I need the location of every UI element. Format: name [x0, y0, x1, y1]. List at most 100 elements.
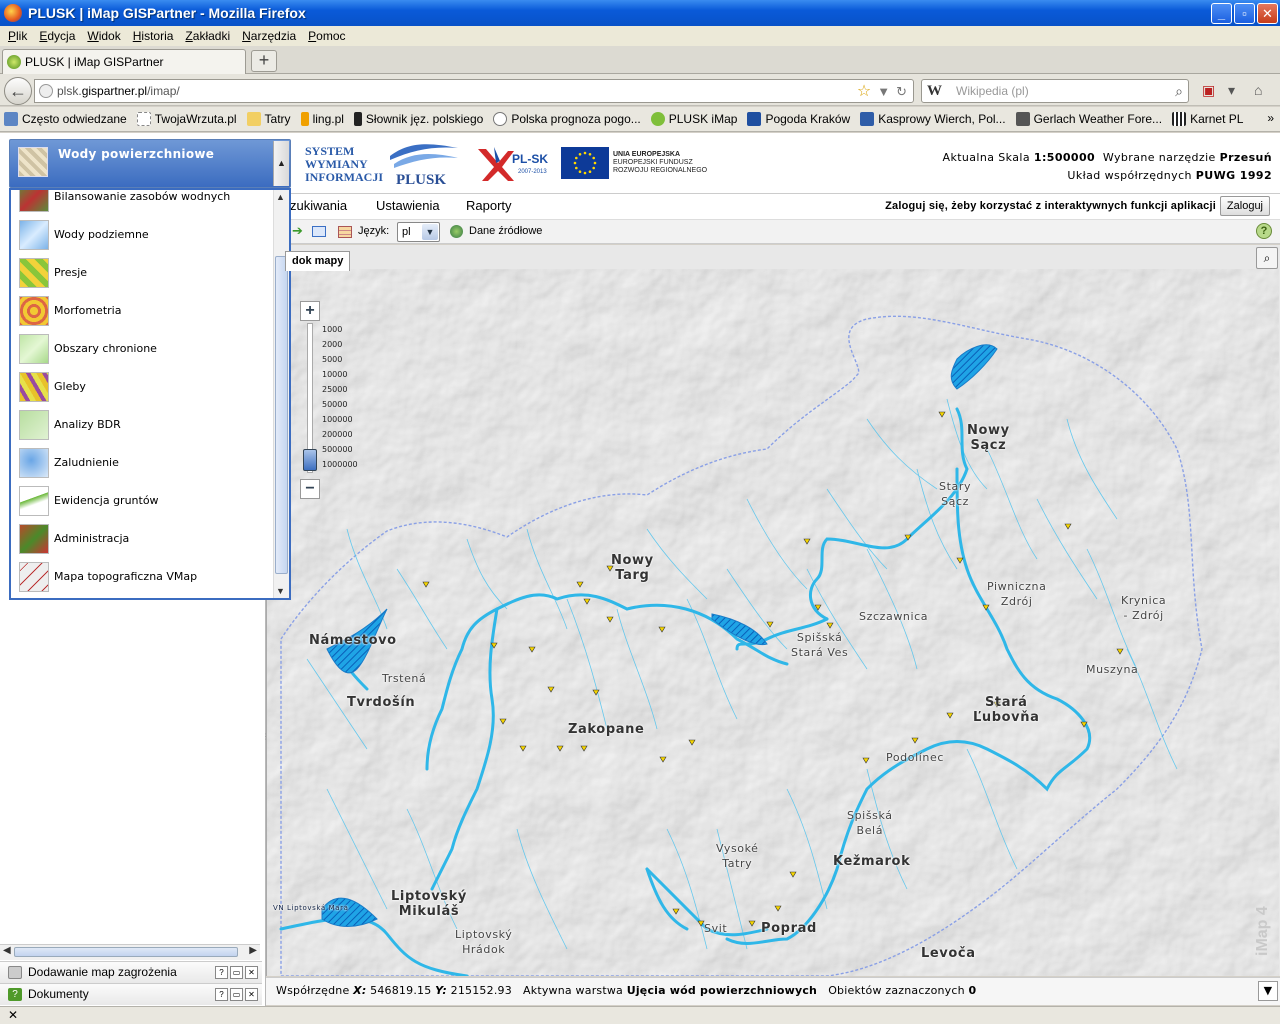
scale-tick[interactable]: 1000000 [322, 460, 358, 469]
bookmark-item[interactable]: Pogoda Kraków [747, 112, 850, 126]
layer-group-select[interactable]: Wody powierzchniowe ▲ [9, 139, 291, 188]
close-addon-bar-icon[interactable]: ✕ [8, 1008, 18, 1022]
layer-option-bdr-analysis[interactable]: Analizy BDR [11, 406, 275, 444]
scroll-left-icon[interactable]: ◀ [3, 945, 11, 956]
horizontal-scrollbar[interactable]: ◀ ▶ [0, 944, 260, 960]
scale-tick[interactable]: 100000 [322, 415, 353, 424]
scale-tick[interactable]: 10000 [322, 370, 347, 379]
menu-arrow-icon[interactable]: ▾ [1228, 82, 1246, 98]
home-icon[interactable]: ⌂ [1254, 82, 1272, 98]
restore-icon[interactable]: ▭ [230, 988, 243, 1001]
documents-icon: ? [8, 988, 22, 1001]
panel-hazard-maps[interactable]: Dodawanie map zagrożenia ? ▭ ✕ [0, 961, 262, 983]
bookmark-item[interactable]: PLUSK iMap [650, 112, 737, 126]
search-input[interactable]: W Wikipedia (pl) ⌕ [921, 79, 1189, 103]
bookmark-item[interactable]: Gerlach Weather Fore... [1015, 112, 1162, 126]
map-toolbar: ➔ Język: pl ▼ Dane źródłowe ? [266, 219, 1280, 244]
chevron-up-icon[interactable]: ▲ [273, 141, 289, 186]
scroll-down-icon[interactable]: ▼ [276, 586, 285, 596]
scroll-thumb[interactable] [14, 947, 238, 957]
close-icon[interactable]: ✕ [245, 988, 258, 1001]
menu-wyszukiwania[interactable]: zukiwania [290, 198, 347, 213]
population-icon [19, 448, 49, 478]
menu-historia[interactable]: Historia [127, 29, 180, 43]
forward-arrow-icon[interactable]: ➔ [292, 223, 303, 239]
close-button[interactable]: ✕ [1257, 3, 1278, 24]
help-icon[interactable]: ? [215, 966, 228, 979]
help-button[interactable]: ? [1256, 223, 1272, 239]
bookmark-item[interactable]: Karnet PL [1172, 112, 1243, 126]
scale-value: 1:500000 [1033, 151, 1096, 164]
tab-plusk[interactable]: PLUSK | iMap GISPartner [2, 49, 246, 74]
login-button[interactable]: Zaloguj [1219, 196, 1270, 216]
maximize-button[interactable]: ▫ [1234, 3, 1255, 24]
new-tab-button[interactable]: + [251, 50, 277, 72]
close-icon[interactable]: ✕ [245, 966, 258, 979]
scale-tick[interactable]: 1000 [322, 325, 342, 334]
back-button[interactable]: ← [4, 77, 32, 105]
bookmarks-overflow-icon[interactable]: » [1267, 111, 1274, 125]
scroll-up-icon[interactable]: ▲ [276, 192, 285, 202]
bookmark-item[interactable]: Kasprowy Wierch, Pol... [860, 112, 1006, 126]
bookmark-item[interactable]: TwojaWrzuta.pl [136, 112, 237, 126]
zoom-out-button[interactable]: − [300, 479, 320, 499]
zoom-in-button[interactable]: + [300, 301, 320, 321]
layer-option-land-registry[interactable]: Ewidencja gruntów [11, 482, 275, 520]
table-icon[interactable] [338, 226, 352, 238]
layer-option-groundwater[interactable]: Wody podziemne [11, 216, 275, 254]
bookmark-star-icon[interactable]: ☆ [857, 83, 871, 100]
sources-link[interactable]: Dane źródłowe [469, 225, 542, 237]
bookmark-item[interactable]: Słownik jęz. polskiego [353, 112, 483, 126]
menu-widok[interactable]: Widok [81, 29, 126, 43]
help-icon[interactable]: ? [215, 988, 228, 1001]
search-icon[interactable]: ⌕ [1175, 80, 1183, 102]
layer-option-water-balance[interactable]: Bilansowanie zasobów wodnych [11, 190, 275, 216]
pdf-icon[interactable]: ▣ [1202, 82, 1220, 98]
scale-tick[interactable]: 5000 [322, 355, 342, 364]
dropdown-arrow-icon[interactable]: ▼ [877, 84, 890, 99]
scale-tick[interactable]: 50000 [322, 400, 347, 409]
bookmark-item[interactable]: Polska prognoza pogo... [493, 112, 641, 126]
layer-option-administration[interactable]: Administracja [11, 520, 275, 558]
scroll-right-icon[interactable]: ▶ [249, 945, 257, 956]
wikipedia-icon[interactable]: W [927, 80, 942, 102]
window-icon[interactable] [312, 226, 326, 237]
place-label: Kežmarok [833, 854, 911, 869]
layer-option-soils[interactable]: Gleby [11, 368, 275, 406]
bookmark-item[interactable]: ling.pl [300, 112, 344, 126]
layer-option-protected-areas[interactable]: Obszary chronione [11, 330, 275, 368]
menu-pomoc[interactable]: Pomoc [302, 29, 351, 43]
scale-tick[interactable]: 500000 [322, 445, 353, 454]
language-value: pl [402, 226, 411, 238]
layer-option-vmap[interactable]: Mapa topograficzna VMap [11, 558, 275, 596]
menu-raporty[interactable]: Raporty [466, 198, 512, 213]
reload-icon[interactable]: ↻ [896, 84, 907, 99]
panel-documents[interactable]: ? Dokumenty ? ▭ ✕ [0, 983, 262, 1005]
tab-map-view[interactable]: dok mapy [285, 251, 351, 271]
scale-tick[interactable]: 200000 [322, 430, 353, 439]
eu-line: EUROPEJSKI FUNDUSZ [613, 159, 693, 166]
bookmark-item[interactable]: Często odwiedzane [4, 112, 127, 126]
scale-tick[interactable]: 25000 [322, 385, 347, 394]
expand-status-icon[interactable]: ▼ [1258, 981, 1278, 1001]
sources-icon[interactable] [450, 225, 463, 238]
layer-option-pressures[interactable]: Presje [11, 254, 275, 292]
minimize-button[interactable]: _ [1211, 3, 1232, 24]
restore-icon[interactable]: ▭ [230, 966, 243, 979]
menu-edycja[interactable]: Edycja [33, 29, 81, 43]
menu-ustawienia[interactable]: Ustawienia [376, 198, 440, 213]
scale-tick[interactable]: 2000 [322, 340, 342, 349]
menu-plik[interactable]: Plik [2, 29, 33, 43]
bookmark-folder[interactable]: Tatry [246, 112, 291, 126]
map-search-icon[interactable]: ⌕ [1256, 247, 1278, 269]
mountain-icon [1015, 112, 1030, 126]
menu-narzedzia[interactable]: Narzędzia [236, 29, 302, 43]
zoom-slider-handle[interactable] [303, 449, 317, 471]
dropdown-scroll-thumb[interactable] [275, 256, 288, 574]
layer-option-morphometry[interactable]: Morfometria [11, 292, 275, 330]
map-view[interactable]: dok mapy ⌕ + − 1000 2000 5000 10000 2500… [266, 245, 1280, 976]
layer-option-population[interactable]: Zaludnienie [11, 444, 275, 482]
language-select[interactable]: pl ▼ [397, 222, 440, 242]
url-bar[interactable]: plsk.gispartner.pl/imap/ ☆ ▼ ↻ [34, 79, 914, 103]
menu-zakladki[interactable]: Zakładki [179, 29, 236, 43]
